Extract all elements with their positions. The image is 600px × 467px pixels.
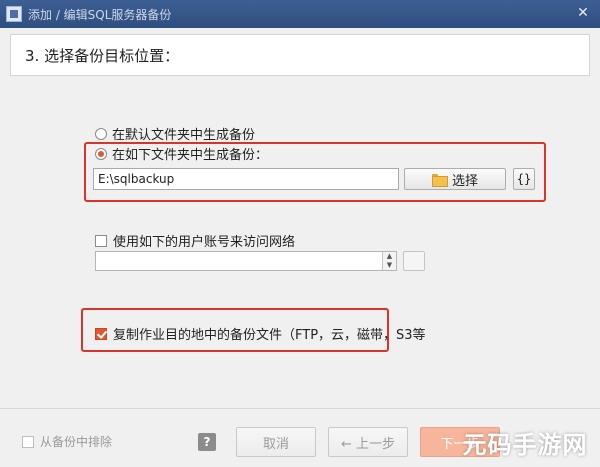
select-folder-button[interactable]: 选择 — [404, 168, 506, 190]
backup-path-input[interactable] — [93, 168, 399, 190]
default-folder-label: 在默认文件夹中生成备份 — [112, 128, 256, 143]
title-bar: 添加 / 编辑SQL服务器备份 ✕ — [0, 0, 600, 28]
custom-folder-label: 在如下文件夹中生成备份： — [112, 148, 269, 163]
custom-folder-radio[interactable] — [95, 147, 107, 160]
select-button-label: 选择 — [451, 173, 478, 189]
account-browse-button[interactable] — [403, 251, 425, 271]
custom-folder-option[interactable]: 在如下文件夹中生成备份： — [95, 144, 268, 163]
copy-backup-label: 复制作业目的地中的备份文件（FTP，云，磁带，S3等 — [113, 328, 426, 343]
app-icon — [6, 6, 22, 22]
exclude-option[interactable]: 从备份中排除 — [22, 433, 112, 450]
step-title: 3. 选择备份目标位置： — [25, 47, 180, 65]
close-icon[interactable]: ✕ — [572, 3, 594, 23]
step-header: 3. 选择备份目标位置： — [10, 34, 590, 76]
exclude-checkbox[interactable] — [22, 435, 34, 448]
content-area: 在默认文件夹中生成备份 在如下文件夹中生成备份： 选择 {} 使用如下的用户账号… — [10, 80, 590, 406]
dialog-window: 添加 / 编辑SQL服务器备份 ✕ 3. 选择备份目标位置： 在默认文件夹中生成… — [0, 0, 600, 467]
network-account-label: 使用如下的用户账号来访问网络 — [113, 235, 296, 250]
default-folder-option[interactable]: 在默认文件夹中生成备份 — [95, 124, 255, 143]
default-folder-radio[interactable] — [95, 127, 107, 140]
copy-backup-option[interactable]: 复制作业目的地中的备份文件（FTP，云，磁带，S3等 — [95, 324, 426, 343]
copy-backup-checkbox[interactable] — [95, 327, 107, 340]
prev-button[interactable]: ← 上一步 — [328, 427, 408, 457]
cancel-button[interactable]: 取消 — [236, 427, 316, 457]
help-icon[interactable]: ? — [198, 433, 216, 451]
macro-button[interactable]: {} — [513, 168, 535, 190]
folder-icon — [431, 173, 448, 187]
watermark-logo: 元码手游网 — [462, 430, 588, 459]
exclude-label: 从备份中排除 — [40, 435, 113, 449]
network-account-checkbox[interactable] — [95, 234, 107, 247]
window-title: 添加 / 编辑SQL服务器备份 — [28, 7, 172, 22]
combo-spin-icon[interactable]: ▲ ▼ — [382, 252, 396, 270]
account-combo[interactable]: ▲ ▼ — [95, 251, 397, 271]
network-account-option[interactable]: 使用如下的用户账号来访问网络 — [95, 231, 295, 250]
